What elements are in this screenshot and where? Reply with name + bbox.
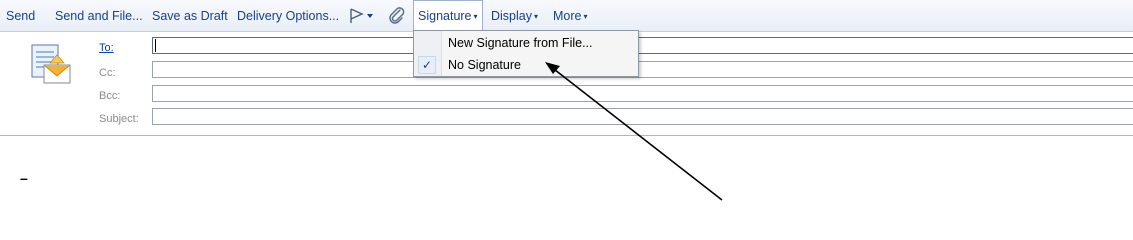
checkmark-icon: ✓: [418, 56, 436, 74]
display-menu-button[interactable]: Display ▾: [491, 0, 538, 32]
menu-item-no-signature[interactable]: ✓ No Signature: [414, 54, 638, 76]
signature-dropdown-menu: New Signature from File... ✓ No Signatur…: [413, 30, 639, 77]
menu-item-new-signature-from-file[interactable]: New Signature from File...: [414, 32, 638, 54]
body-text: –: [20, 170, 28, 186]
chevron-down-icon: ▾: [534, 12, 539, 21]
menu-item-label: No Signature: [448, 58, 521, 72]
toolbar: Send Send and File... Save as Draft Deli…: [0, 0, 1133, 32]
text-cursor: [155, 39, 156, 52]
to-field[interactable]: [152, 37, 1133, 54]
more-menu-button[interactable]: More ▾: [553, 0, 588, 32]
chevron-down-icon: ▾: [583, 12, 588, 21]
signature-menu-button[interactable]: Signature ▾: [413, 0, 483, 32]
send-and-file-button[interactable]: Send and File...: [55, 0, 143, 32]
more-label: More: [553, 9, 582, 23]
chevron-down-icon: ▾: [473, 12, 478, 21]
subject-label: Subject:: [99, 113, 139, 125]
save-as-draft-button[interactable]: Save as Draft: [152, 0, 228, 32]
flag-button[interactable]: [349, 0, 377, 32]
paperclip-icon[interactable]: [388, 6, 406, 26]
cc-field[interactable]: [152, 61, 1133, 78]
bcc-label: Bcc:: [99, 90, 121, 102]
message-body[interactable]: –: [0, 136, 1133, 216]
menu-item-label: New Signature from File...: [448, 36, 593, 50]
send-button[interactable]: Send: [6, 0, 35, 32]
subject-field[interactable]: [152, 108, 1133, 125]
delivery-options-button[interactable]: Delivery Options...: [237, 0, 339, 32]
bcc-field[interactable]: [152, 85, 1133, 102]
signature-label: Signature: [418, 9, 472, 23]
flag-icon: [350, 8, 373, 23]
to-label[interactable]: To:: [99, 42, 114, 54]
cc-label: Cc:: [99, 67, 116, 79]
display-label: Display: [491, 9, 532, 23]
compose-message-icon: [31, 44, 71, 84]
